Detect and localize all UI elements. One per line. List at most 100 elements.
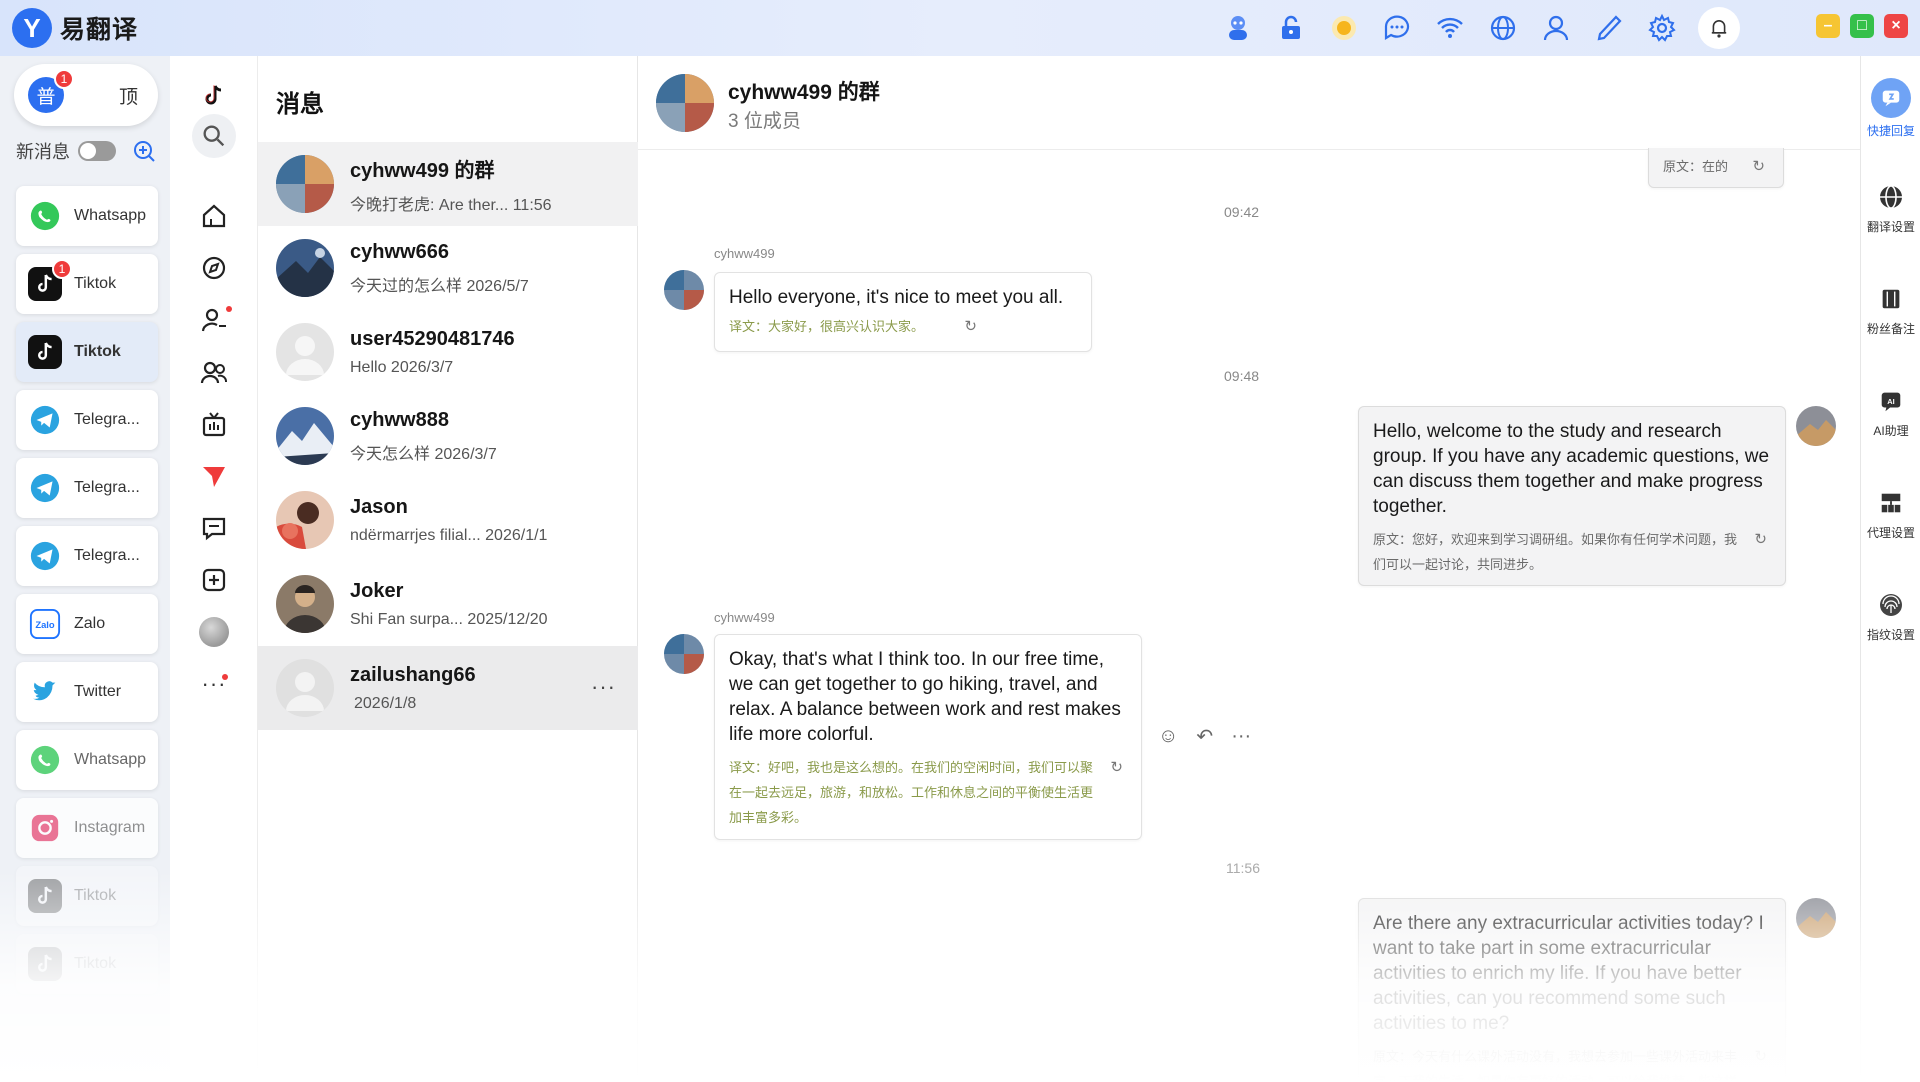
conversation-time: 2026/3/7 (434, 445, 497, 463)
proxy-settings-button[interactable]: 代理设置 (1861, 486, 1920, 541)
zalo-icon: Zalo (28, 607, 62, 641)
new-message-toggle[interactable] (78, 141, 116, 161)
conversation-item[interactable]: user45290481746 Hello 2026/3/7 (258, 310, 638, 394)
refresh-icon[interactable]: ↻ (1752, 154, 1765, 180)
globe-icon (1874, 180, 1908, 214)
phone-icon[interactable] (1582, 0, 1635, 56)
account-item[interactable]: Telegra... (16, 390, 158, 450)
fan-notes-button[interactable]: 粉丝备注 (1861, 282, 1920, 337)
mode-switch[interactable]: 普 1 顶 (14, 64, 158, 126)
avatar[interactable] (1796, 898, 1836, 938)
conversation-item[interactable]: Jason ndërmarrjes filial... 2026/1/1 (258, 478, 638, 562)
wifi-icon[interactable] (1423, 0, 1476, 56)
pin-mode-button[interactable]: 顶 (119, 82, 138, 109)
sun-icon[interactable] (1317, 0, 1370, 56)
account-item[interactable]: Tiktok (16, 866, 158, 926)
account-item[interactable]: 1 Tiktok (16, 254, 158, 314)
conversation-item[interactable]: Joker Shi Fan surpa... 2025/12/20 (258, 562, 638, 646)
refresh-icon[interactable]: ↻ (1754, 527, 1767, 552)
avatar[interactable] (664, 270, 704, 310)
message-bubble-incoming[interactable]: Okay, that's what I think too. In our fr… (714, 634, 1142, 840)
sender-name: cyhww499 (714, 610, 775, 625)
conversation-item[interactable]: cyhww888 今天怎么样 2026/3/7 (258, 394, 638, 478)
create-icon[interactable] (170, 560, 258, 600)
more-icon[interactable]: ··· (170, 664, 258, 704)
avatar (276, 575, 334, 633)
add-account-icon[interactable] (132, 139, 156, 163)
account-item[interactable]: Tiktok (16, 934, 158, 994)
message-bubble-partial[interactable]: 原文：在的 ↻ (1648, 148, 1784, 188)
more-icon[interactable]: ··· (1231, 725, 1251, 748)
nav-column: ··· (170, 56, 258, 1082)
search-icon (192, 114, 236, 158)
reply-icon[interactable]: ↶ (1196, 724, 1213, 749)
live-tv-icon[interactable] (170, 404, 258, 444)
notification-dot (222, 674, 228, 680)
messages-icon[interactable] (170, 508, 258, 548)
emoji-icon[interactable]: ☺ (1158, 725, 1178, 748)
gear-icon[interactable] (1635, 0, 1688, 56)
conversation-item[interactable]: zailushang66 2026/1/8 ··· (258, 646, 638, 730)
logo-icon: Y (12, 8, 52, 48)
normal-mode-button[interactable]: 普 1 (28, 69, 74, 113)
close-button[interactable]: × (1884, 14, 1908, 38)
robot-icon[interactable] (1211, 0, 1264, 56)
profile-avatar[interactable] (170, 612, 258, 652)
conversation-time: 2026/5/7 (466, 277, 529, 295)
more-options-button[interactable]: ··· (591, 674, 616, 700)
conversation-preview: 今天怎么样 (350, 445, 431, 463)
avatar[interactable] (656, 74, 714, 132)
fingerprint-settings-button[interactable]: 指纹设置 (1861, 588, 1920, 643)
minimize-button[interactable]: – (1816, 14, 1840, 38)
translate-settings-button[interactable]: 翻译设置 (1861, 180, 1920, 235)
avatar (276, 155, 334, 213)
account-item[interactable]: Whatsapp (16, 186, 158, 246)
conversation-time: 2026/3/7 (390, 358, 454, 376)
account-item[interactable]: Telegra... (16, 526, 158, 586)
conversation-name: cyhww666 (350, 240, 449, 263)
telegram-icon (28, 403, 62, 437)
conversation-time: 2026/1/1 (485, 526, 548, 544)
message-text: Hello, welcome to the study and research… (1373, 421, 1770, 517)
svg-text:Zalo: Zalo (35, 619, 55, 630)
compass-icon[interactable] (170, 248, 258, 288)
refresh-icon[interactable]: ↻ (1754, 1044, 1767, 1069)
account-item[interactable]: Telegra... (16, 458, 158, 518)
send-icon[interactable] (170, 456, 258, 496)
chat-title: cyhww499 的群 (728, 81, 880, 104)
message-bubble-outgoing[interactable]: Hello, welcome to the study and research… (1358, 406, 1786, 586)
avatar[interactable] (664, 634, 704, 674)
friends-icon[interactable] (170, 352, 258, 392)
message-text: Hello everyone, it's nice to meet you al… (729, 287, 1064, 308)
original-text: 原文：您好，欢迎来到学习调研组。如果你有任何学术问题，我们可以一起讨论，共同进步… (1373, 532, 1738, 572)
message-bubble-outgoing[interactable]: Are there any extracurricular activities… (1358, 898, 1786, 1082)
ai-assistant-button[interactable]: AI AI助理 (1861, 384, 1920, 439)
quick-reply-button[interactable]: 快捷回复 (1861, 78, 1920, 139)
conversation-preview: 今天过的怎么样 (350, 277, 463, 295)
user-icon[interactable] (1529, 0, 1582, 56)
account-item[interactable]: Instagram (16, 798, 158, 858)
home-icon[interactable] (170, 196, 258, 236)
avatar[interactable] (1796, 406, 1836, 446)
conversation-item[interactable]: cyhww666 今天过的怎么样 2026/5/7 (258, 226, 638, 310)
refresh-icon[interactable]: ↻ (1110, 755, 1123, 780)
conversation-name: cyhww499 的群 (350, 159, 495, 182)
fingerprint-icon (1874, 588, 1908, 622)
unlock-icon[interactable] (1264, 0, 1317, 56)
account-item-active[interactable]: Tiktok (16, 322, 158, 382)
search-button[interactable] (170, 108, 258, 164)
tiktok-icon (28, 335, 62, 369)
message-bubble-incoming[interactable]: Hello everyone, it's nice to meet you al… (714, 272, 1092, 352)
message-actions: ☺ ↶ ··· (1158, 724, 1251, 749)
window-controls: – □ × (1816, 14, 1908, 38)
add-friend-icon[interactable] (170, 300, 258, 340)
globe-icon[interactable] (1476, 0, 1529, 56)
bell-icon[interactable] (1698, 7, 1740, 49)
conversation-item[interactable]: cyhww499 的群 今晚打老虎: Are ther... 11:56 (258, 142, 638, 226)
account-item[interactable]: Zalo Zalo (16, 594, 158, 654)
account-item[interactable]: Twitter (16, 662, 158, 722)
refresh-icon[interactable]: ↻ (964, 314, 977, 339)
chat-bubble-icon[interactable] (1370, 0, 1423, 56)
account-item[interactable]: Whatsapp (16, 730, 158, 790)
maximize-button[interactable]: □ (1850, 14, 1874, 38)
